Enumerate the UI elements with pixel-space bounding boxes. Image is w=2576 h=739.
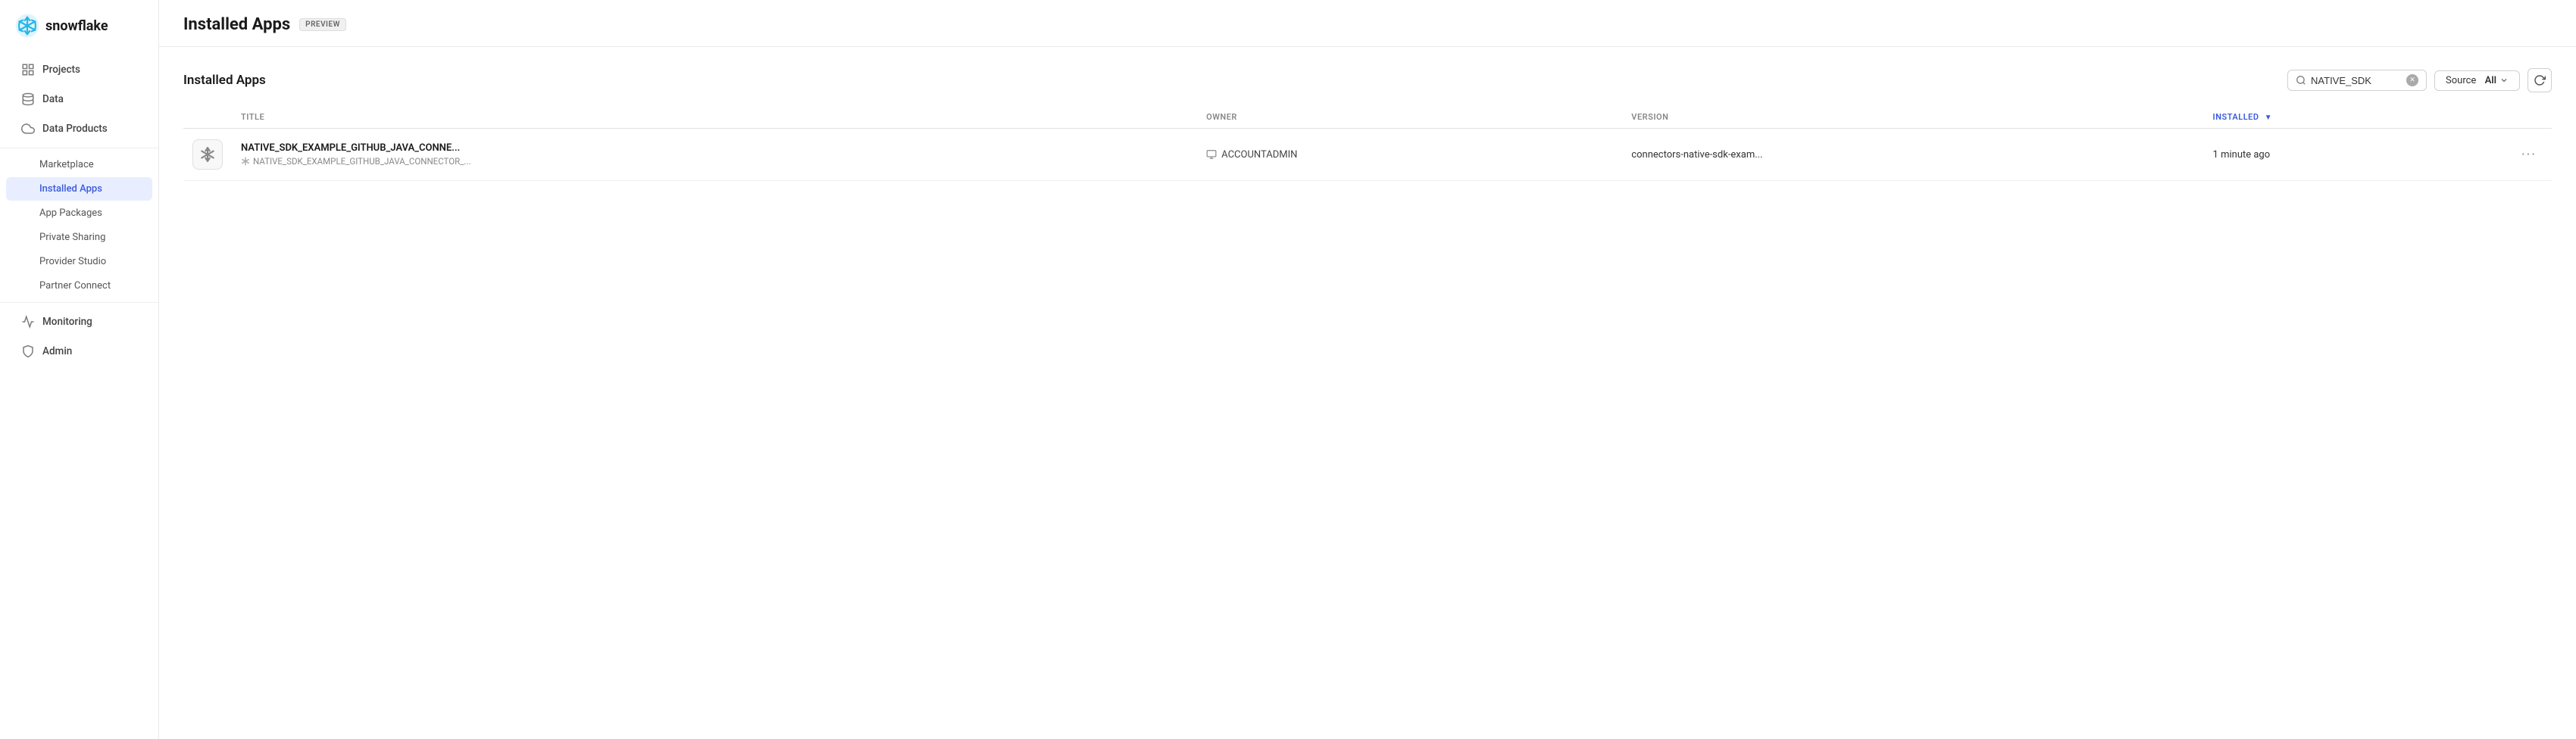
logo: snowflake [0,0,158,51]
page-title: Installed Apps [183,15,290,34]
app-title-sub: NATIVE_SDK_EXAMPLE_GITHUB_JAVA_CONNECTOR… [241,156,1188,167]
table-body: NATIVE_SDK_EXAMPLE_GITHUB_JAVA_CONNE... … [183,129,2552,181]
owner-name: ACCOUNTADMIN [1221,149,1297,161]
installed-time: 1 minute ago [2213,149,2271,161]
app-title-sub-text: NATIVE_SDK_EXAMPLE_GITHUB_JAVA_CONNECTOR… [253,156,471,167]
owner-icon [1206,149,1217,160]
page-title-row: Installed Apps PREVIEW [183,15,2552,46]
search-icon [2296,75,2306,86]
divider-2 [0,302,158,303]
refresh-button[interactable] [2528,68,2552,92]
sidebar-sub-label: Marketplace [39,159,94,170]
more-options-button[interactable]: ··· [2515,144,2543,166]
sidebar-item-label: Admin [42,345,72,357]
sidebar-item-projects[interactable]: Projects [6,55,152,84]
snowflake-logo-icon [15,14,39,38]
col-title-label: TITLE [241,112,264,122]
sidebar-item-label: Data [42,93,64,105]
search-input[interactable] [2311,75,2402,86]
sidebar-sub-label: Partner Connect [39,280,111,292]
table-row: NATIVE_SDK_EXAMPLE_GITHUB_JAVA_CONNE... … [183,129,2552,181]
col-title: TITLE [232,106,1197,129]
app-sub-icon [241,157,250,166]
refresh-icon [2534,74,2546,86]
sidebar-item-admin[interactable]: Admin [6,337,152,366]
sidebar-item-label: Monitoring [42,316,92,328]
app-icon-cell [183,129,232,181]
col-version-label: VERSION [1631,112,1668,122]
sort-arrow-icon: ▼ [2265,114,2272,122]
section-title: Installed Apps [183,73,266,88]
sidebar-item-app-packages[interactable]: App Packages [6,201,152,225]
sidebar-item-data[interactable]: Data [6,85,152,114]
main-nav: Projects Data Data Products Marketplace … [0,51,158,370]
source-label: Source [2446,75,2476,86]
col-icon [183,106,232,129]
sidebar-item-monitoring[interactable]: Monitoring [6,307,152,336]
sidebar-item-marketplace[interactable]: Marketplace [6,153,152,176]
section-header: Installed Apps ✕ Source All [183,68,2552,92]
col-actions [2506,106,2552,129]
sidebar: snowflake Projects Data Data Products Ma… [0,0,159,739]
projects-icon [21,63,35,76]
sidebar-sub-label: Installed Apps [39,183,102,195]
page-header: Installed Apps PREVIEW [159,0,2576,47]
app-icon [192,139,223,170]
col-owner-label: OWNER [1206,112,1237,122]
data-icon [21,92,35,106]
admin-icon [21,345,35,358]
search-box[interactable]: ✕ [2287,70,2427,91]
app-version-cell: connectors-native-sdk-exam... [1622,129,2203,181]
source-value: All [2485,75,2496,86]
brand-name: snowflake [45,18,108,34]
app-snowflake-icon [199,146,216,163]
main-content: Installed Apps PREVIEW Installed Apps ✕ … [159,0,2576,739]
installed-apps-table: TITLE OWNER VERSION INSTALLED ▼ [183,106,2552,181]
app-title-main: NATIVE_SDK_EXAMPLE_GITHUB_JAVA_CONNE... [241,142,1188,154]
sidebar-sub-label: App Packages [39,207,102,219]
col-owner: OWNER [1197,106,1622,129]
sidebar-sub-label: Provider Studio [39,256,106,267]
app-actions-cell: ··· [2506,129,2552,181]
app-title-cell: NATIVE_SDK_EXAMPLE_GITHUB_JAVA_CONNE... … [232,129,1197,181]
sidebar-item-data-products[interactable]: Data Products [6,114,152,143]
sidebar-item-partner-connect[interactable]: Partner Connect [6,274,152,298]
col-installed[interactable]: INSTALLED ▼ [2204,106,2506,129]
sidebar-item-label: Projects [42,64,80,76]
col-installed-label: INSTALLED [2213,112,2259,122]
cloud-icon [21,122,35,136]
sidebar-sub-label: Private Sharing [39,232,105,243]
sidebar-item-label: Data Products [42,123,108,135]
table-header: TITLE OWNER VERSION INSTALLED ▼ [183,106,2552,129]
chevron-down-icon [2499,76,2509,85]
col-version: VERSION [1622,106,2203,129]
owner-cell: ACCOUNTADMIN [1206,149,1613,161]
version-text: connectors-native-sdk-exam... [1631,149,1762,161]
sidebar-item-provider-studio[interactable]: Provider Studio [6,250,152,273]
app-owner-cell: ACCOUNTADMIN [1197,129,1622,181]
app-installed-cell: 1 minute ago [2204,129,2506,181]
sidebar-item-private-sharing[interactable]: Private Sharing [6,226,152,249]
section-controls: ✕ Source All [2287,68,2552,92]
page-body: Installed Apps ✕ Source All [159,47,2576,739]
source-button[interactable]: Source All [2434,70,2520,91]
sidebar-item-installed-apps[interactable]: Installed Apps [6,177,152,201]
search-clear-button[interactable]: ✕ [2406,74,2418,86]
monitoring-icon [21,315,35,329]
preview-badge: PREVIEW [299,18,346,31]
